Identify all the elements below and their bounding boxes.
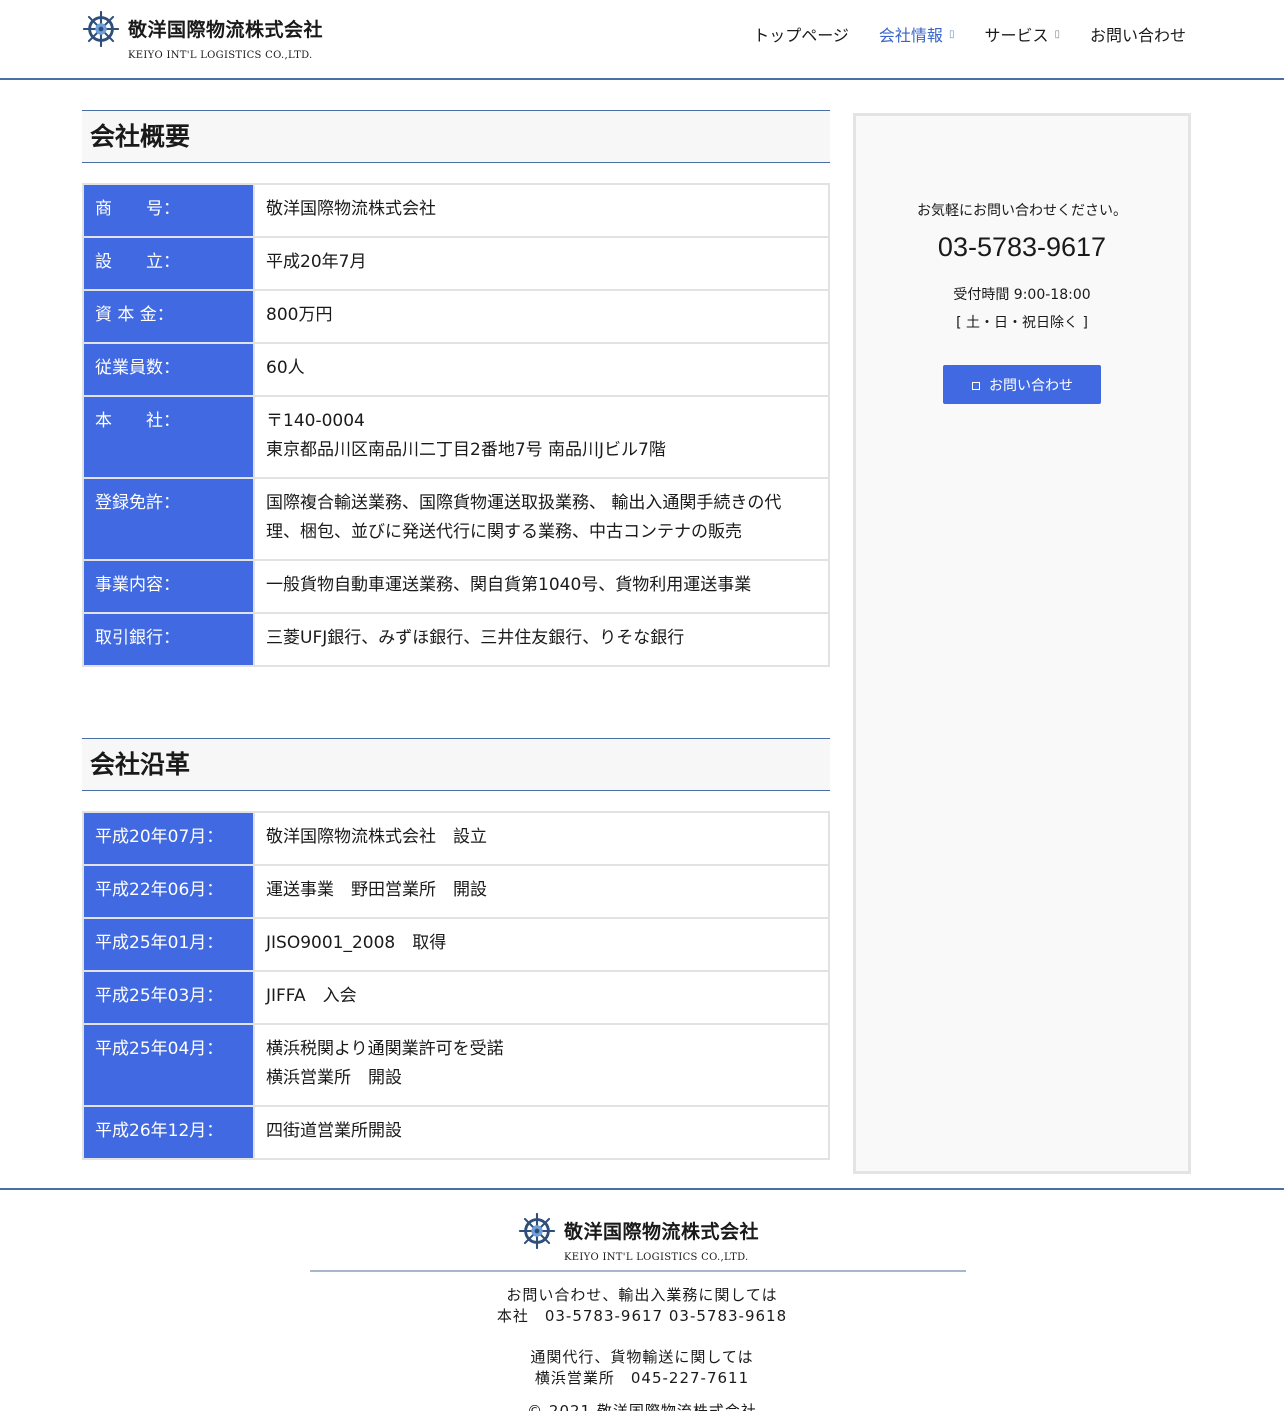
footer-contact1-detail: 本社 03-5783-9617 03-5783-9618 [496, 1307, 788, 1325]
table-row: 本 社： 〒140-0004 東京都品川区南品川二丁目2番地7号 南品川Jビル7… [82, 395, 830, 479]
row-label: 商 号： [82, 183, 255, 238]
row-value: 敬洋国際物流株式会社 設立 [253, 811, 830, 866]
main-nav: トップページ 会社情報 ▯ サービス ▯ お問い合わせ [753, 22, 1186, 46]
table-row: 設 立： 平成20年7月 [82, 236, 830, 291]
chevron-down-icon: ▯ [948, 28, 955, 40]
row-label: 平成20年07月： [82, 811, 255, 866]
row-value: 一般貨物自動車運送業務、関自貨第1040号、貨物利用運送事業 [253, 559, 830, 614]
table-row: 平成26年12月： 四街道営業所開設 [82, 1105, 830, 1160]
nav-label: サービス [984, 26, 1049, 45]
row-value: 横浜税関より通関業許可を受諾 横浜営業所 開設 [253, 1023, 830, 1107]
contact-phone[interactable]: 03-5783-9617 [856, 232, 1188, 263]
site-logo[interactable]: 敬洋国際物流株式会社 KEIYO INT'L LOGISTICS CO.,LTD… [82, 10, 342, 68]
row-value: 〒140-0004 東京都品川区南品川二丁目2番地7号 南品川Jビル7階 [253, 395, 830, 479]
row-label: 資 本 金： [82, 289, 255, 344]
row-label: 本 社： [82, 395, 255, 479]
row-label: 平成26年12月： [82, 1105, 255, 1160]
nav-top-page[interactable]: トップページ [753, 22, 849, 46]
table-row: 平成25年04月： 横浜税関より通関業許可を受諾 横浜営業所 開設 [82, 1023, 830, 1107]
row-value: 敬洋国際物流株式会社 [253, 183, 830, 238]
row-label: 平成25年03月： [82, 970, 255, 1025]
ship-wheel-icon [518, 1212, 556, 1250]
footer-logo-name: 敬洋国際物流株式会社 [564, 1221, 760, 1243]
nav-company-info[interactable]: 会社情報 ▯ [879, 22, 955, 46]
mail-icon [971, 379, 980, 391]
value-line: 横浜営業所 開設 [266, 1068, 402, 1088]
table-row: 取引銀行： 三菱UFJ銀行、みずほ銀行、三井住友銀行、りそな銀行 [82, 612, 830, 667]
main-content: 会社概要 商 号： 敬洋国際物流株式会社 設 立： 平成20年7月 資 本 金：… [82, 110, 830, 1160]
logo-english-name: KEIYO INT'L LOGISTICS CO.,LTD. [128, 50, 313, 61]
row-value: 平成20年7月 [253, 236, 830, 291]
logo-name: 敬洋国際物流株式会社 [128, 19, 324, 41]
table-row: 商 号： 敬洋国際物流株式会社 [82, 183, 830, 238]
row-label: 登録免許： [82, 477, 255, 561]
site-header: 敬洋国際物流株式会社 KEIYO INT'L LOGISTICS CO.,LTD… [0, 0, 1284, 80]
table-row: 平成22年06月： 運送事業 野田営業所 開設 [82, 864, 830, 919]
contact-lead: お気軽にお問い合わせください。 [917, 203, 1127, 219]
address: 東京都品川区南品川二丁目2番地7号 南品川Jビル7階 [266, 440, 666, 460]
table-row: 平成20年07月： 敬洋国際物流株式会社 設立 [82, 811, 830, 866]
history-table: 平成20年07月： 敬洋国際物流株式会社 設立 平成22年06月： 運送事業 野… [82, 811, 830, 1160]
table-row: 資 本 金： 800万円 [82, 289, 830, 344]
row-value: 四街道営業所開設 [253, 1105, 830, 1160]
history-title: 会社沿革 [82, 738, 830, 791]
nav-label: トップページ [753, 26, 849, 45]
row-label: 事業内容： [82, 559, 255, 614]
footer-logo-english-name: KEIYO INT'L LOGISTICS CO.,LTD. [564, 1252, 749, 1263]
contact-button[interactable]: お問い合わせ [943, 365, 1101, 404]
nav-services[interactable]: サービス ▯ [984, 22, 1060, 46]
ship-wheel-icon [82, 10, 120, 48]
nav-label: お問い合わせ [1089, 26, 1186, 45]
table-row: 従業員数： 60人 [82, 342, 830, 397]
table-row: 登録免許： 国際複合輸送業務、国際貨物運送取扱業務、 輸出入通関手続きの代 理、… [82, 477, 830, 561]
row-label: 設 立： [82, 236, 255, 291]
postal-code: 〒140-0004 [266, 411, 365, 431]
row-value: 800万円 [253, 289, 830, 344]
table-row: 平成25年03月： JIFFA 入会 [82, 970, 830, 1025]
overview-table: 商 号： 敬洋国際物流株式会社 設 立： 平成20年7月 資 本 金： 800万… [82, 183, 830, 667]
row-label: 平成25年01月： [82, 917, 255, 972]
closed-days: [ 土・日・祝日除く ] [956, 315, 1088, 331]
site-footer: 敬洋国際物流株式会社 KEIYO INT'L LOGISTICS CO.,LTD… [0, 1188, 1284, 1411]
row-label: 従業員数： [82, 342, 255, 397]
footer-divider [310, 1270, 966, 1272]
contact-button-label: お問い合わせ [989, 377, 1073, 394]
row-label: 平成25年04月： [82, 1023, 255, 1107]
nav-label: 会社情報 [878, 26, 943, 45]
row-value: 国際複合輸送業務、国際貨物運送取扱業務、 輸出入通関手続きの代 理、梱包、並びに… [253, 477, 830, 561]
table-row: 平成25年01月： JISO9001_2008 取得 [82, 917, 830, 972]
footer-contact2-detail: 横浜営業所 045-227-7611 [534, 1369, 750, 1387]
chevron-down-icon: ▯ [1054, 28, 1060, 40]
footer-contact2-heading: 通関代行、貨物輸送に関しては [530, 1348, 754, 1366]
row-value: 60人 [253, 342, 830, 397]
footer-copyright: © 2021 敬洋国際物流株式会社 [527, 1402, 757, 1411]
row-label: 平成22年06月： [82, 864, 255, 919]
table-row: 事業内容： 一般貨物自動車運送業務、関自貨第1040号、貨物利用運送事業 [82, 559, 830, 614]
row-value: JISO9001_2008 取得 [253, 917, 830, 972]
row-value: 三菱UFJ銀行、みずほ銀行、三井住友銀行、りそな銀行 [253, 612, 830, 667]
value-line: 国際複合輸送業務、国際貨物運送取扱業務、 輸出入通関手続きの代 [266, 493, 782, 513]
nav-contact[interactable]: お問い合わせ [1090, 22, 1186, 46]
row-value: 運送事業 野田営業所 開設 [253, 864, 830, 919]
overview-title: 会社概要 [82, 110, 830, 163]
footer-logo[interactable]: 敬洋国際物流株式会社 KEIYO INT'L LOGISTICS CO.,LTD… [518, 1212, 778, 1270]
value-line: 理、梱包、並びに発送代行に関する業務、中古コンテナの販売 [266, 522, 742, 542]
value-line: 横浜税関より通関業許可を受諾 [266, 1039, 504, 1059]
footer-contact1-heading: お問い合わせ、輸出入業務に関しては [506, 1286, 778, 1304]
business-hours: 受付時間 9:00-18:00 [953, 287, 1091, 303]
row-label: 取引銀行： [82, 612, 255, 667]
contact-sidebar: お気軽にお問い合わせください。 03-5783-9617 受付時間 9:00-1… [853, 113, 1191, 1174]
row-value: JIFFA 入会 [253, 970, 830, 1025]
